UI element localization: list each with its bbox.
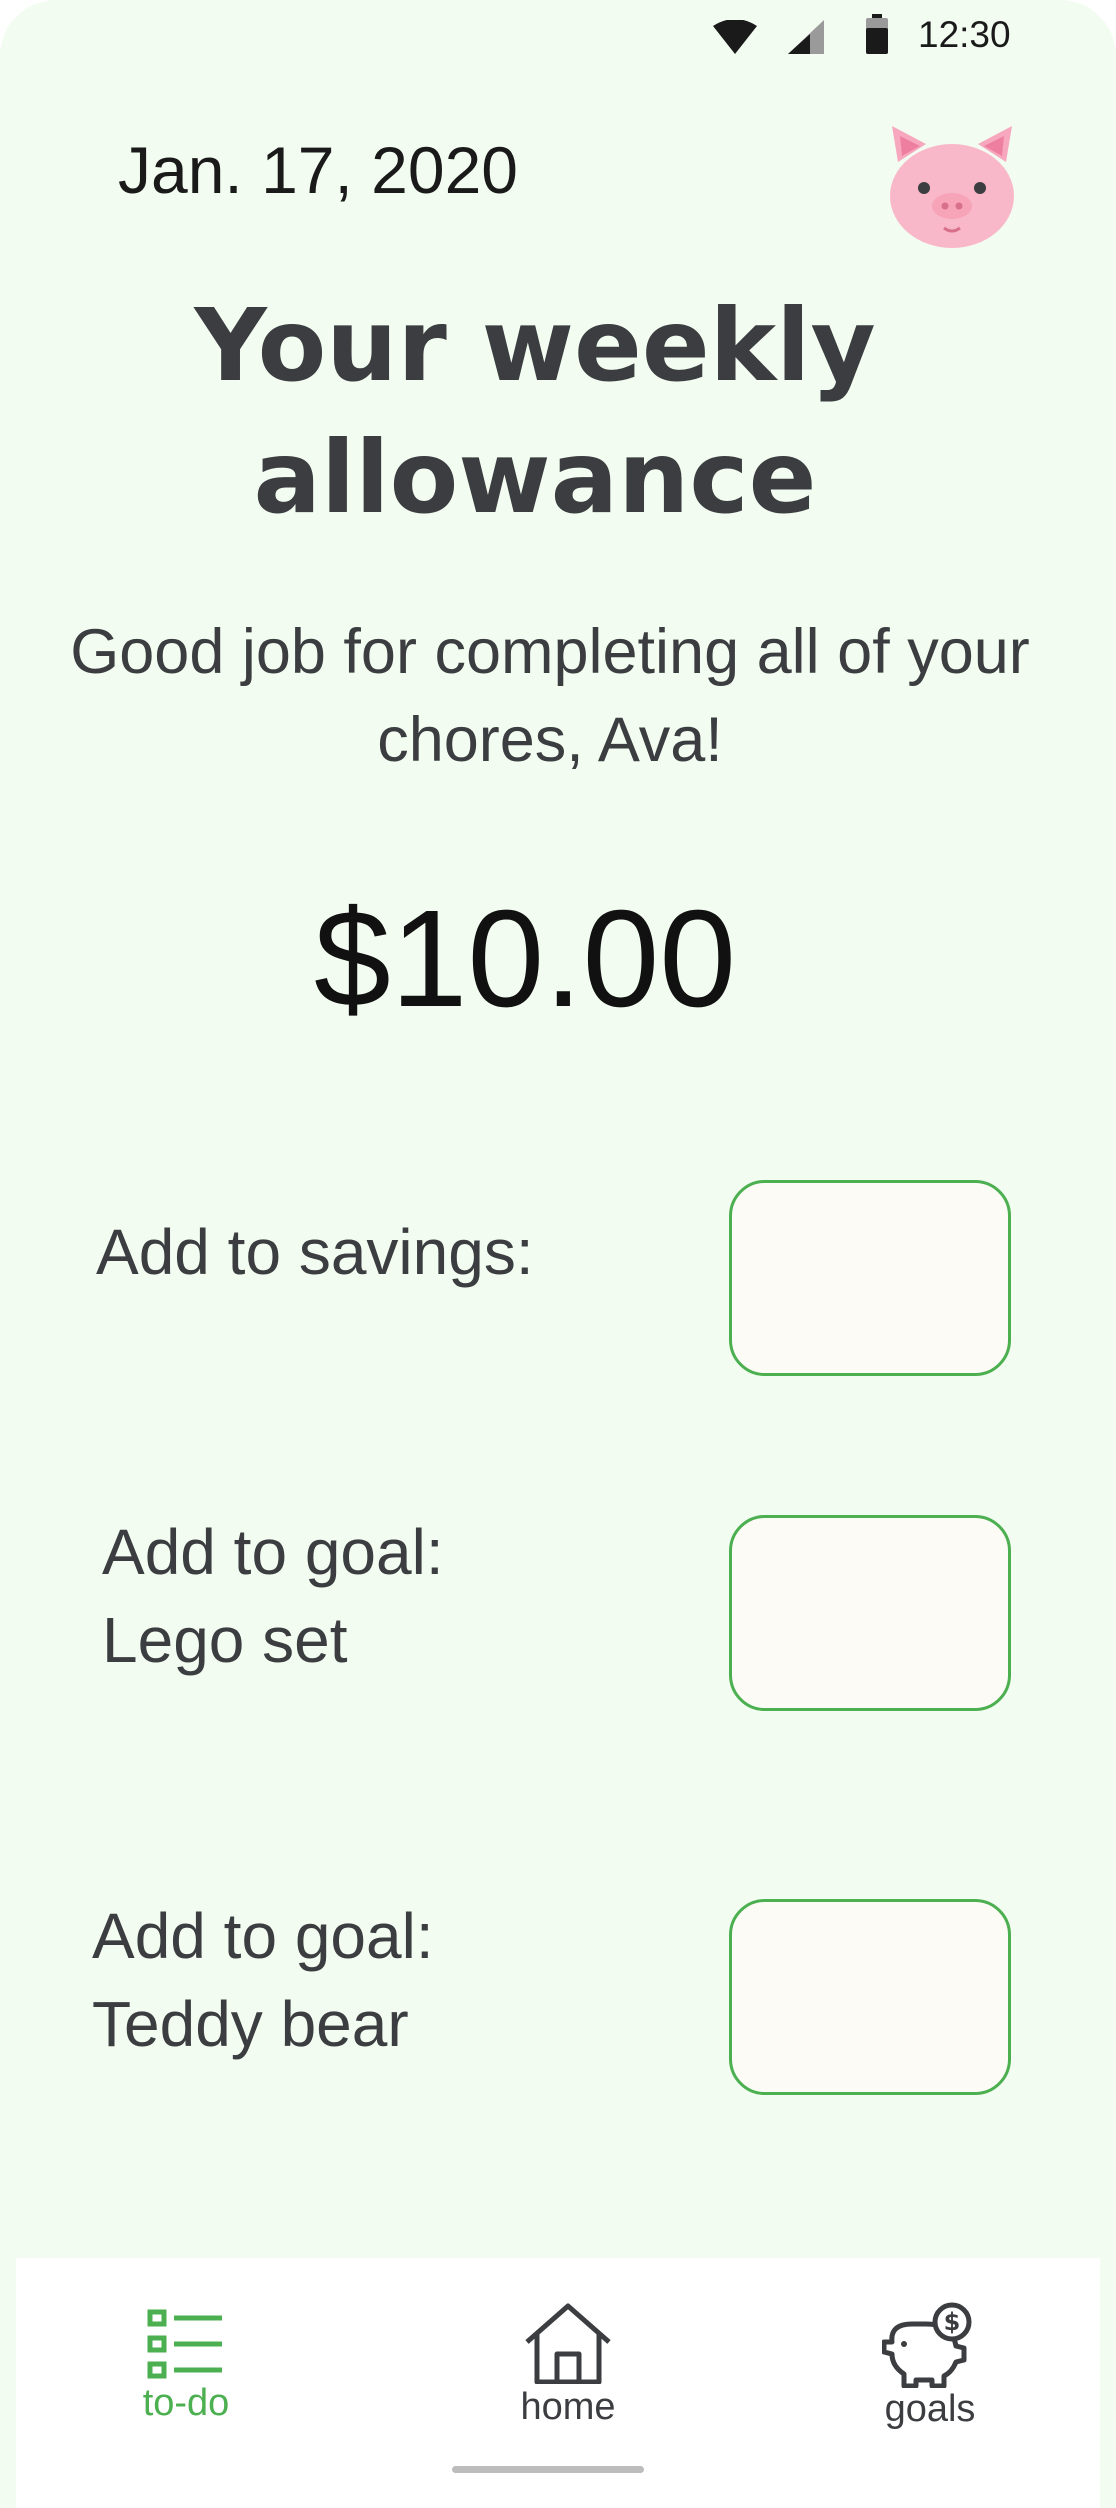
svg-text:$: $ <box>944 2308 961 2336</box>
cellular-signal-icon <box>788 20 824 54</box>
pig-icon[interactable] <box>886 124 1018 250</box>
congratulations-message: Good job for completing all of your chor… <box>70 617 1030 775</box>
lego-goal-label: Add to goal: Lego set <box>102 1508 444 1684</box>
piggy-bank-icon: $ <box>882 2302 972 2388</box>
wifi-icon <box>713 20 757 54</box>
nav-item-to-do[interactable]: to-do <box>116 2308 256 2425</box>
status-time: 12:30 <box>918 14 1011 55</box>
nav-label-goals: goals <box>884 2388 976 2430</box>
savings-label: Add to savings: <box>96 1208 534 1296</box>
nav-item-goals[interactable]: $ goals <box>860 2302 1000 2431</box>
goal-label-text: Add to goal: <box>92 1900 434 1972</box>
checklist-icon <box>147 2309 222 2379</box>
goal-name-text: Teddy bear <box>92 1988 409 2060</box>
teddy-goal-amount-input[interactable] <box>729 1899 1011 2095</box>
home-icon <box>525 2303 611 2384</box>
battery-icon <box>866 14 888 54</box>
goal-name-text: Lego set <box>102 1604 348 1676</box>
savings-amount-input[interactable] <box>729 1180 1011 1376</box>
screen: 12:30 Jan. 17, 2020 Your weekly allowanc… <box>0 0 1116 2508</box>
lego-goal-amount-input[interactable] <box>729 1515 1011 1711</box>
page-title: Your weekly allowance <box>194 287 876 536</box>
nav-item-home[interactable]: home <box>498 2302 638 2429</box>
status-bar: 12:30 <box>0 0 1116 72</box>
goal-label-text: Add to goal: <box>102 1516 444 1588</box>
gesture-home-bar[interactable] <box>452 2466 644 2473</box>
date-label: Jan. 17, 2020 <box>118 133 518 207</box>
savings-label-text: Add to savings: <box>96 1216 534 1288</box>
nav-label-home: home <box>520 2386 616 2428</box>
allowance-amount: $10.00 <box>313 882 737 1036</box>
nav-label-to-do: to-do <box>142 2382 230 2424</box>
teddy-goal-label: Add to goal: Teddy bear <box>92 1892 434 2068</box>
